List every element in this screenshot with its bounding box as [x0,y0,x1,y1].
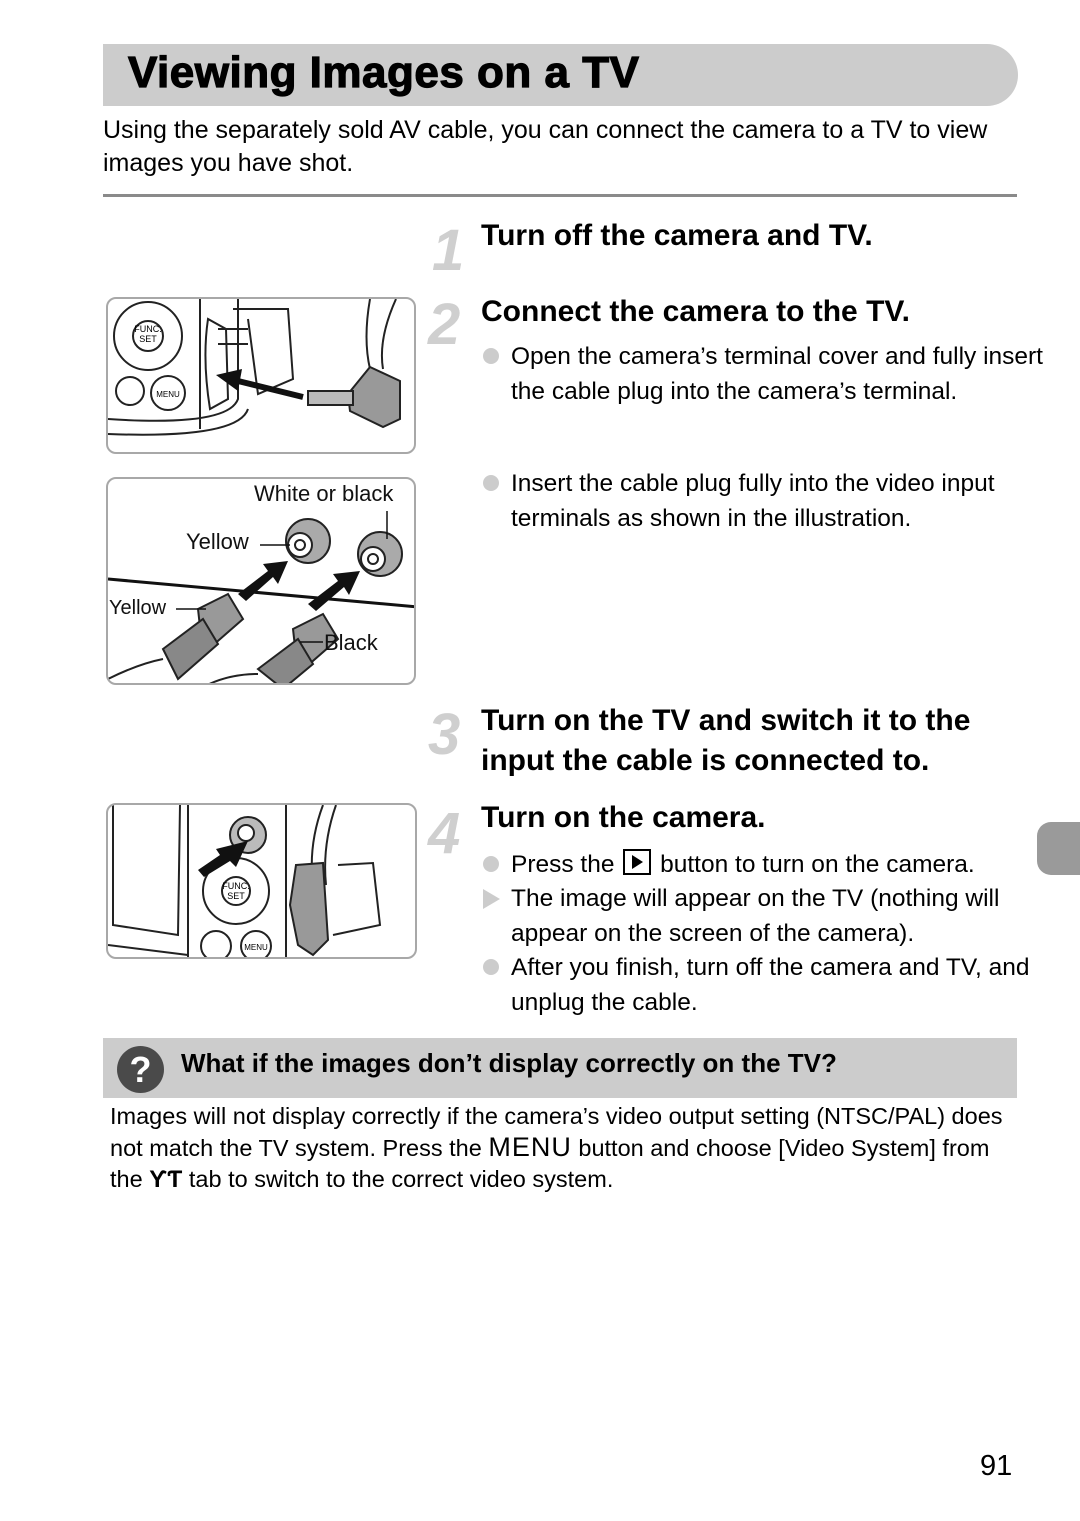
set-label: SET [227,891,245,901]
step-4-bullet-2: The image will appear on the TV (nothing… [483,882,1051,951]
divider [103,194,1017,197]
result-arrow-icon [483,889,500,909]
step-number-3: 3 [428,702,461,767]
label-white-or-black: White or black [254,481,394,506]
step-title-4: Turn on the camera. [481,801,766,834]
faq-title: What if the images don’t display correct… [181,1048,837,1078]
func-label: FUNC. [222,881,250,891]
label-yellow-plug: Yellow [109,597,167,619]
intro-text: Using the separately sold AV cable, you … [103,116,988,177]
faq-body: Images will not display correctly if the… [110,1103,1003,1193]
step-4-bullet-3: After you finish, turn off the camera an… [483,951,1051,1020]
step-title-2: Connect the camera to the TV. [481,295,910,328]
playback-button-icon [623,849,652,875]
menu-label: MENU [244,943,268,952]
tools-tab-icon: ƳƬ [149,1166,183,1193]
menu-button-label: MENU [488,1132,572,1162]
step-number-2: 2 [428,292,461,357]
step-number-1: 1 [432,218,465,283]
av-plugs-illustration: White or black Yellow Yellow Black [106,477,416,685]
chapter-tab [1037,822,1080,875]
page-number: 91 [980,1450,1013,1482]
question-icon: ? [117,1046,164,1093]
step-4-bullet-1: Press the button to turn on the camera. [483,848,1051,883]
bullet-dot-icon [483,856,499,872]
bullet-dot-icon [483,348,499,364]
faq-header: ? What if the images don’t display corre… [103,1038,1017,1098]
camera-terminal-illustration: FUNC. SET MENU [106,297,416,454]
bullet-dot-icon [483,475,499,491]
playback-button-illustration: FUNC. SET MENU [106,803,417,959]
label-black-plug: Black [324,630,378,655]
bullet-dot-icon [483,959,499,975]
set-label: SET [139,334,157,344]
func-label: FUNC. [134,324,162,334]
label-yellow-jack: Yellow [186,529,249,554]
menu-label: MENU [156,390,180,399]
step-2-bullet-1: Open the camera’s terminal cover and ful… [483,340,1051,409]
step-title-1: Turn off the camera and TV. [481,219,873,252]
step-2-bullet-2: Insert the cable plug fully into the vid… [483,467,1051,536]
step-number-4: 4 [428,801,461,866]
page-title: Viewing Images on a TV [127,47,640,97]
step-title-3: Turn on the TV and switch it to the inpu… [481,704,971,777]
title-bar: Viewing Images on a TV [103,44,1018,106]
